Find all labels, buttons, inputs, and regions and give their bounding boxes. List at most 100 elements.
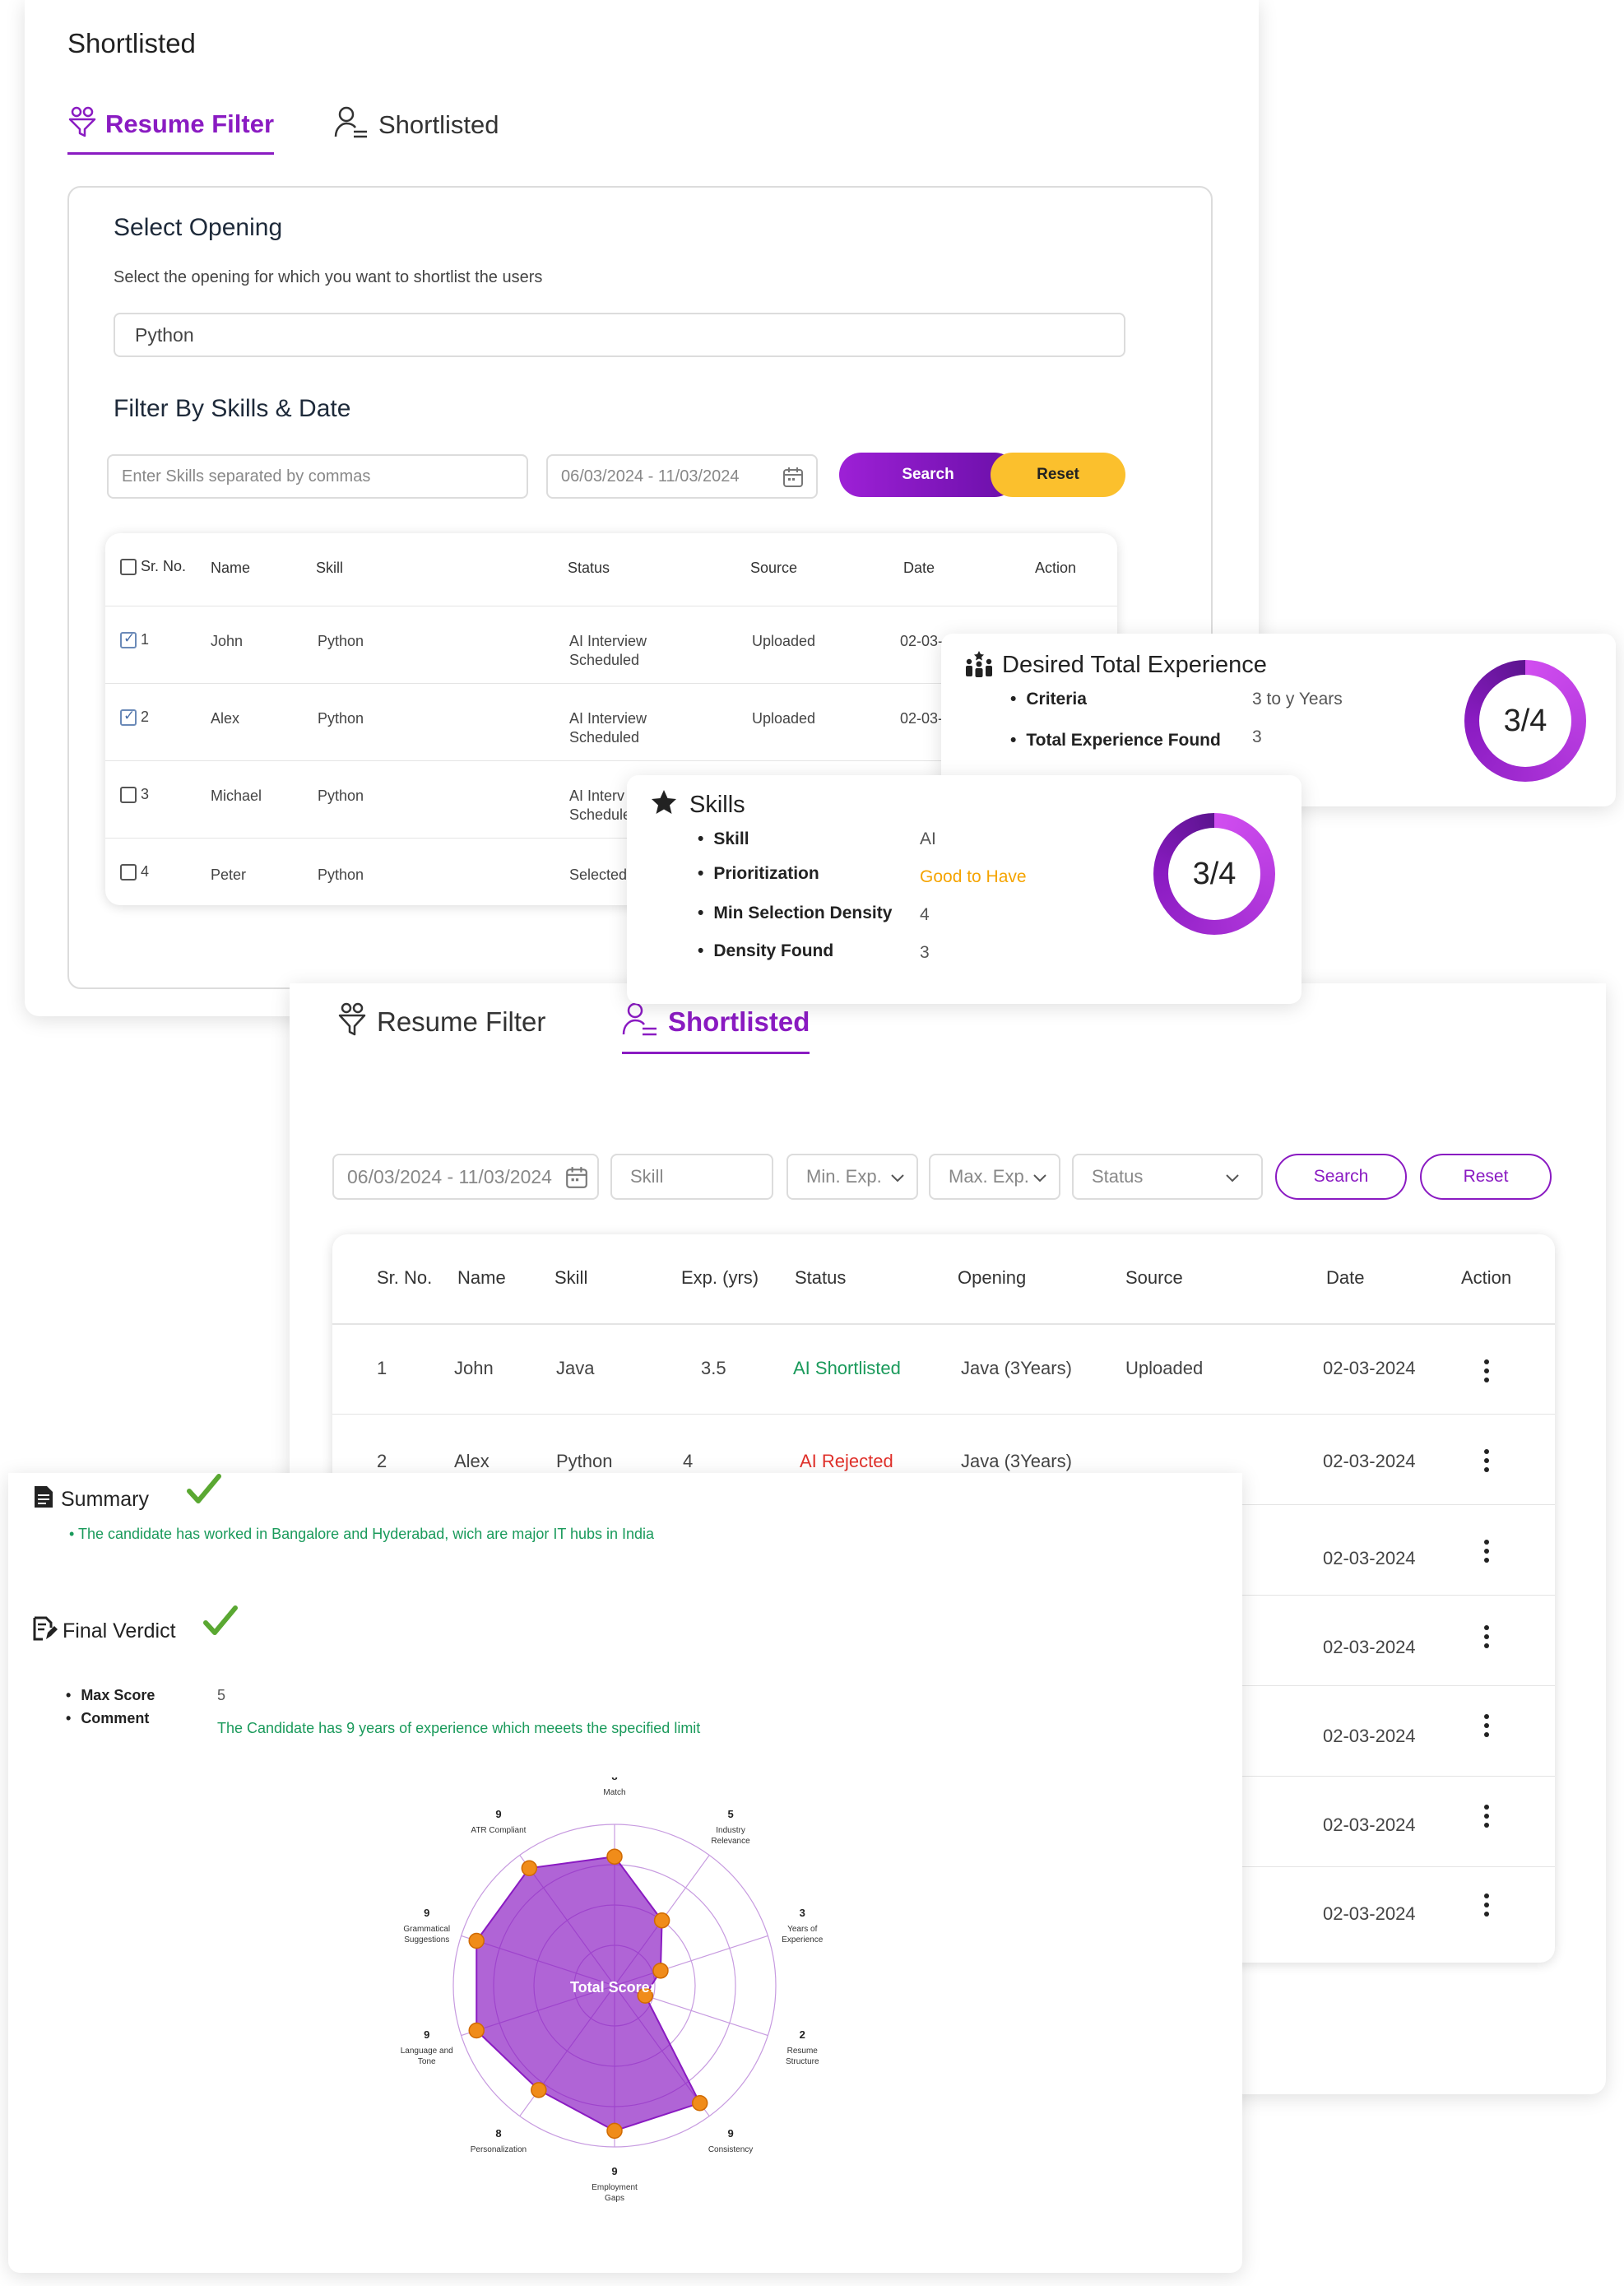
header-name: Name: [211, 560, 251, 576]
select-opening-heading: Select Opening: [114, 214, 283, 241]
row-date: 02-03-2024: [1323, 1903, 1416, 1924]
star-icon: [650, 788, 678, 820]
row-date: 02-03-: [900, 633, 944, 649]
date-range-input[interactable]: 06/03/2024 - 11/03/2024: [546, 454, 818, 499]
reset-button[interactable]: Reset: [1420, 1154, 1552, 1200]
skill-input[interactable]: Skill: [610, 1154, 773, 1200]
row-source: Uploaded: [752, 710, 816, 727]
more-actions-icon[interactable]: [1484, 1359, 1491, 1387]
row-status-line1: AI Interview: [569, 633, 647, 649]
more-actions-icon[interactable]: [1484, 1805, 1491, 1832]
density-found-value: 3: [920, 943, 930, 962]
header-date: Date: [1326, 1267, 1365, 1288]
skills-score: 3/4: [1192, 856, 1237, 891]
row-no: 2: [377, 1451, 387, 1471]
search-button[interactable]: Search: [1275, 1154, 1407, 1200]
header-opening: Opening: [958, 1267, 1027, 1288]
radar-axis-value: 9: [424, 2028, 429, 2041]
radar-axis-value: 3: [800, 1907, 805, 1919]
row-checkbox[interactable]: [120, 630, 137, 649]
row-name: Peter: [211, 867, 247, 883]
summary-text: • The candidate has worked in Bangalore …: [69, 1526, 655, 1542]
row-no: 4: [141, 863, 150, 880]
row-checkbox[interactable]: [120, 787, 137, 804]
status-select[interactable]: Status: [1072, 1154, 1263, 1200]
row-name: John: [454, 1358, 494, 1378]
select-all-checkbox[interactable]: [120, 559, 137, 576]
more-actions-icon[interactable]: [1484, 1714, 1491, 1741]
max-exp-select[interactable]: Max. Exp.: [929, 1154, 1060, 1200]
calendar-icon[interactable]: [564, 1165, 589, 1195]
table-header: Sr. No. Name Skill Exp. (yrs) Status Ope…: [332, 1234, 1555, 1322]
radar-axis-label: Industry: [716, 1826, 745, 1835]
table-row[interactable]: 1 John Java 3.5 AI Shortlisted Java (3Ye…: [332, 1323, 1555, 1414]
radar-axis-value: 8: [495, 2127, 501, 2140]
more-actions-icon[interactable]: [1484, 1540, 1491, 1567]
radar-axis-value: 9: [611, 2165, 617, 2177]
row-sr-no: 4: [120, 863, 150, 881]
header-source: Source: [1125, 1267, 1183, 1288]
row-checkbox[interactable]: [120, 864, 137, 881]
radar-point: [606, 1848, 623, 1865]
chevron-down-icon: [1031, 1169, 1049, 1192]
row-source: Uploaded: [1125, 1358, 1204, 1378]
tab-label: Resume Filter: [377, 1006, 546, 1037]
tab-resume-filter[interactable]: Resume Filter: [67, 105, 275, 155]
radar-axis-label: Gaps: [605, 2194, 624, 2203]
max-exp-label: Max. Exp.: [949, 1166, 1029, 1187]
row-no: 3: [141, 786, 150, 802]
comment-text: The Candidate has 9 years of experience …: [217, 1720, 701, 1736]
chevron-down-icon: [1223, 1169, 1241, 1192]
header-action: Action: [1035, 560, 1077, 576]
row-sr-no: 1: [120, 630, 150, 649]
row-status-line1: AI Interview: [569, 710, 647, 727]
header-status: Status: [795, 1267, 847, 1288]
more-actions-icon[interactable]: [1484, 1449, 1491, 1476]
radar-axis-value: 9: [495, 1808, 501, 1820]
reset-button[interactable]: Reset: [991, 453, 1125, 497]
tab-label: Shortlisted: [378, 109, 499, 139]
max-score-label: Max Score: [66, 1687, 155, 1704]
radar-axis-label: Resume: [787, 2047, 819, 2056]
row-name: John: [211, 633, 244, 649]
radar-point: [468, 1932, 485, 1949]
radar-point: [606, 2122, 623, 2140]
date-range-input[interactable]: 06/03/2024 - 11/03/2024: [332, 1154, 599, 1200]
opening-select[interactable]: Python: [114, 313, 1125, 357]
row-skill: Python: [318, 867, 364, 883]
row-skill: Python: [318, 788, 364, 804]
row-source: Uploaded: [752, 633, 816, 649]
calendar-icon[interactable]: [782, 466, 805, 494]
skill-label: Skill: [698, 829, 749, 849]
row-name: Alex: [211, 710, 240, 727]
row-skill: Java: [556, 1358, 595, 1378]
tab-shortlisted[interactable]: Shortlisted: [622, 1001, 810, 1054]
user-list-icon: [622, 1001, 658, 1042]
row-no: 1: [377, 1358, 387, 1378]
row-status: AI Rejected: [800, 1451, 893, 1471]
verdict-icon: [33, 1616, 58, 1645]
more-actions-icon[interactable]: [1484, 1893, 1491, 1921]
skills-input[interactable]: Enter Skills separated by commas: [107, 454, 528, 499]
header-status: Status: [568, 560, 610, 576]
team-icon: [964, 650, 994, 682]
min-exp-select[interactable]: Min. Exp.: [786, 1154, 918, 1200]
tab-resume-filter[interactable]: Resume Filter: [337, 1001, 545, 1042]
radar-axis-label: Relevance: [711, 1837, 750, 1846]
filter-heading: Filter By Skills & Date: [114, 395, 351, 422]
row-date: 02-03-2024: [1323, 1548, 1416, 1568]
evaluation-panel: Summary • The candidate has worked in Ba…: [8, 1473, 1242, 2273]
more-actions-icon[interactable]: [1484, 1625, 1491, 1652]
checkmark-icon: [202, 1605, 239, 1642]
criteria-value: 3 to y Years: [1252, 690, 1343, 709]
experience-score: 3/4: [1503, 703, 1547, 738]
row-checkbox[interactable]: [120, 708, 137, 727]
select-opening-description: Select the opening for which you want to…: [114, 268, 543, 286]
radar-axis-value: 8: [611, 1777, 617, 1782]
radar-point: [652, 1963, 669, 1979]
verdict-title: Final Verdict: [63, 1619, 176, 1642]
header-skill: Skill: [316, 560, 344, 576]
radar-axis-value: 9: [424, 1907, 429, 1919]
row-no: 1: [141, 631, 150, 648]
tab-shortlisted[interactable]: Shortlisted: [334, 105, 499, 144]
